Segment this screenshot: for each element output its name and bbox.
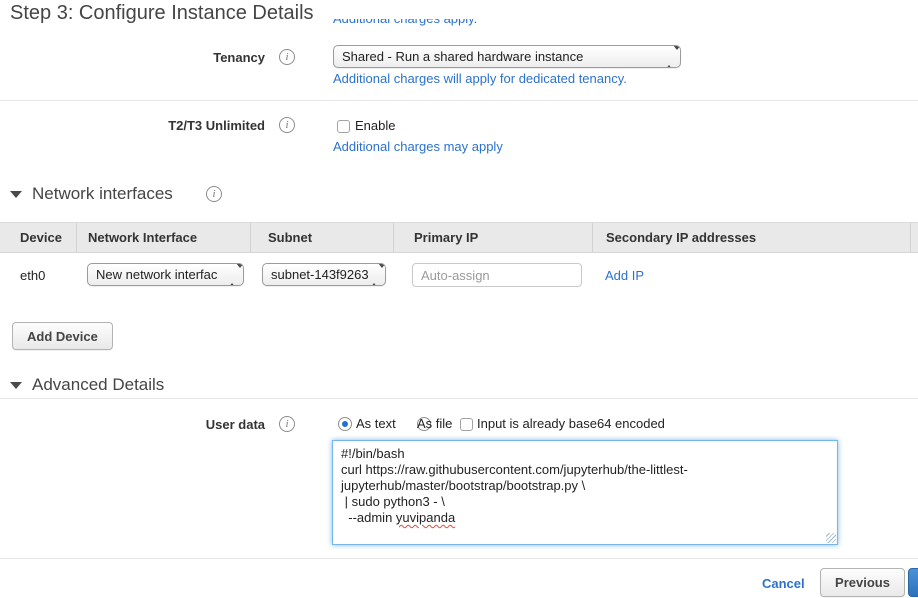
tenancy-select-value: Shared - Run a shared hardware instance [342,49,583,64]
as-text-label: As text [356,416,396,431]
as-text-radio[interactable] [338,417,352,431]
t2t3-info-icon[interactable]: i [279,117,295,133]
t2t3-enable-checkbox[interactable] [337,120,350,133]
network-interfaces-table-header: Device Network Interface Subnet Primary … [0,222,918,253]
tenancy-label: Tenancy [0,50,265,65]
configure-instance-page: Step 3: Configure Instance Details Addit… [0,0,918,598]
next-button-partial[interactable] [908,568,918,597]
resize-handle-icon[interactable] [826,533,836,543]
user-data-script-text: #!/bin/bash curl https://raw.githubuserc… [341,446,688,525]
add-ip-link[interactable]: Add IP [605,268,644,283]
add-device-button[interactable]: Add Device [12,322,113,350]
column-header-secondary-ip: Secondary IP addresses [592,223,910,252]
user-data-admin-user: yuvipanda [396,510,455,525]
network-interface-select-value: New network interfac [96,267,217,282]
primary-ip-input[interactable] [412,263,582,287]
section-divider [0,398,918,399]
select-arrows-icon [370,268,379,283]
user-data-info-icon[interactable]: i [279,416,295,432]
subnet-select-value: subnet-143f9263 [271,267,369,282]
network-interfaces-section-title: Network interfaces [32,184,173,204]
cancel-link[interactable]: Cancel [762,576,805,591]
clipped-additional-charges-link[interactable]: Additional charges apply. [333,19,477,31]
column-header-trailing [910,223,918,252]
column-header-primary-ip: Primary IP [393,223,592,252]
clipped-additional-charges-link-text: Additional charges apply. [333,19,477,26]
column-header-network-interface: Network Interface [76,223,250,252]
t2t3-unlimited-label: T2/T3 Unlimited [0,118,265,133]
tenancy-info-icon[interactable]: i [279,49,295,65]
subnet-select[interactable]: subnet-143f9263 [262,263,386,286]
user-data-label: User data [0,417,265,432]
base64-checkbox[interactable] [460,418,473,431]
t2t3-charges-link[interactable]: Additional charges may apply [333,139,503,154]
base64-label: Input is already base64 encoded [477,416,665,431]
as-file-label: As file [417,416,452,431]
column-header-device: Device [0,223,76,252]
select-arrows-icon [665,50,674,65]
user-data-textarea[interactable]: #!/bin/bash curl https://raw.githubuserc… [332,440,838,545]
advanced-details-section-title: Advanced Details [32,375,164,395]
network-interfaces-info-icon[interactable]: i [206,186,222,202]
column-header-subnet: Subnet [250,223,393,252]
device-cell: eth0 [20,268,45,283]
tenancy-select[interactable]: Shared - Run a shared hardware instance [333,45,681,68]
t2t3-enable-label: Enable [355,118,395,133]
previous-button[interactable]: Previous [820,568,905,597]
network-interfaces-disclosure-triangle-icon[interactable] [10,191,22,198]
select-arrows-icon [228,268,237,283]
network-interface-select[interactable]: New network interfac [87,263,244,286]
advanced-details-disclosure-triangle-icon[interactable] [10,382,22,389]
page-title: Step 3: Configure Instance Details [10,2,314,25]
footer-divider [0,558,918,559]
tenancy-charges-link[interactable]: Additional charges will apply for dedica… [333,71,627,86]
section-divider [0,100,918,101]
